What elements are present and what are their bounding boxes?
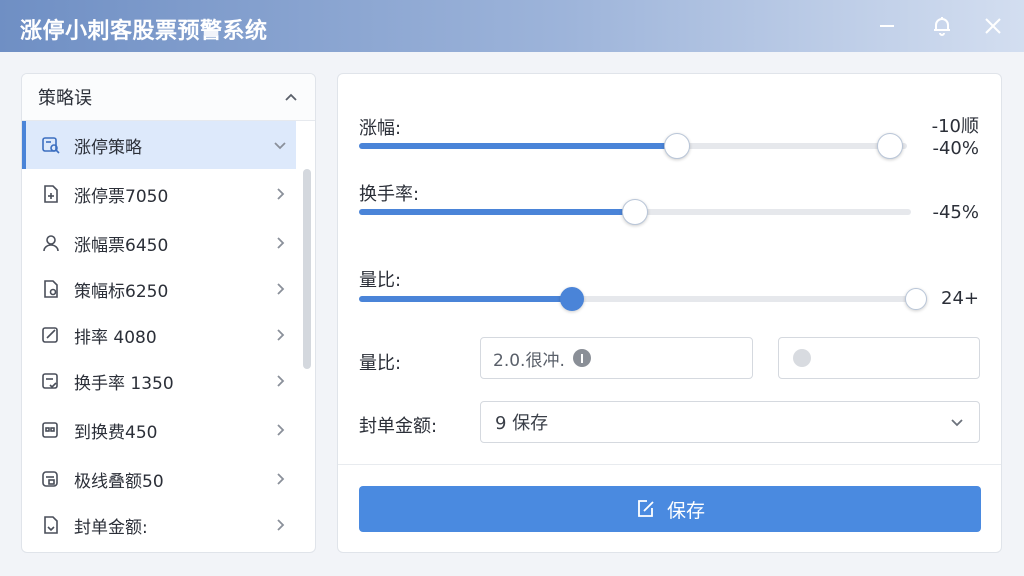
sidebar-header[interactable]: 策略误 bbox=[22, 74, 315, 121]
sidebar-title: 策略误 bbox=[38, 88, 92, 109]
chevron-up-icon bbox=[285, 93, 297, 101]
user-icon bbox=[40, 232, 62, 254]
chevron-right-icon bbox=[272, 327, 288, 343]
sidebar-item-label: 到换费450 bbox=[74, 422, 158, 443]
rise-slider-track[interactable] bbox=[359, 143, 907, 149]
sidebar-item-limit-up-strategy[interactable]: 涨停策略 bbox=[22, 121, 296, 169]
doc-check-icon bbox=[40, 370, 62, 392]
volume-ratio-slider-track[interactable] bbox=[359, 296, 919, 302]
save-button[interactable]: 保存 bbox=[359, 486, 981, 532]
chevron-down-icon bbox=[951, 419, 963, 427]
sidebar-item-3[interactable]: 涨幅票6450 bbox=[22, 219, 296, 267]
rise-value: -40% bbox=[932, 138, 979, 159]
edit-icon bbox=[40, 324, 62, 346]
divider bbox=[338, 464, 1001, 465]
sidebar-item-4[interactable]: 策幅标6250 bbox=[22, 265, 296, 313]
rise-top-value: -10顺 bbox=[931, 116, 979, 137]
volume-ratio-input-value: 2.0.很冲. bbox=[493, 350, 565, 371]
sidebar-scrollbar[interactable] bbox=[303, 169, 311, 369]
sidebar-item-label: 涨停策略 bbox=[74, 137, 142, 158]
volume-ratio-input[interactable]: 2.0.很冲. bbox=[480, 337, 753, 379]
volume-ratio-label: 量比: bbox=[359, 270, 402, 291]
sidebar-item-label: 极线叠额50 bbox=[74, 471, 164, 492]
seal-amount-label: 封单金额: bbox=[359, 416, 438, 437]
seal-amount-select[interactable]: 9 保存 bbox=[480, 401, 980, 443]
sidebar-item-label: 封单金额: bbox=[74, 517, 148, 538]
info-icon[interactable] bbox=[572, 349, 591, 367]
doc-gear-icon bbox=[40, 468, 62, 490]
sidebar-item-label: 排率 4080 bbox=[74, 327, 157, 348]
seal-amount-selected: 9 保存 bbox=[495, 413, 549, 434]
sidebar-item-7[interactable]: 到换费450 bbox=[22, 406, 296, 454]
strategy-sidebar: 策略误 涨停策略 涨停票7050 涨幅票6450 策幅标6250 排率 4080… bbox=[21, 73, 316, 553]
minimize-button[interactable] bbox=[873, 12, 901, 40]
sidebar-item-label: 涨停票7050 bbox=[74, 186, 169, 207]
settings-panel: 涨幅: -10顺 -40% 换手率: -45% 量比: 24+ 量比: 2.0.… bbox=[337, 73, 1002, 553]
chevron-down-icon bbox=[272, 137, 288, 153]
minimize-icon bbox=[880, 25, 894, 27]
rise-slider-handle-min[interactable] bbox=[663, 133, 690, 159]
chevron-right-icon bbox=[272, 235, 288, 251]
app-window: 涨停小刺客股票预警系统 策略误 涨停策略 涨停票7050 涨幅票6450 策幅标… bbox=[0, 0, 1024, 576]
placeholder-icon bbox=[793, 349, 811, 367]
chevron-right-icon bbox=[272, 422, 288, 438]
turnover-slider-handle[interactable] bbox=[622, 199, 648, 225]
sidebar-item-2[interactable]: 涨停票7050 bbox=[22, 170, 296, 218]
notification-button[interactable] bbox=[928, 12, 956, 40]
doc-plus-icon bbox=[40, 183, 62, 205]
rise-slider-handle-max[interactable] bbox=[877, 133, 903, 159]
volume-ratio-slider-fill bbox=[359, 296, 572, 302]
save-button-label: 保存 bbox=[666, 499, 705, 522]
title-bar: 涨停小刺客股票预警系统 bbox=[0, 0, 1024, 52]
sidebar-item-label: 策幅标6250 bbox=[74, 281, 169, 302]
doc-lock-icon bbox=[40, 278, 62, 300]
bell-icon bbox=[934, 17, 950, 36]
grid-doc-icon bbox=[40, 419, 62, 441]
edit-icon bbox=[638, 500, 654, 517]
volume-ratio-input-label: 量比: bbox=[359, 353, 402, 374]
turnover-slider-fill bbox=[359, 209, 635, 215]
volume-ratio-secondary-input[interactable] bbox=[778, 337, 980, 379]
doc-arrow-icon bbox=[40, 514, 62, 536]
volume-ratio-slider-handle[interactable] bbox=[559, 287, 584, 311]
chevron-right-icon bbox=[272, 517, 288, 533]
sidebar-item-label: 换手率 1350 bbox=[74, 373, 174, 394]
rise-slider-fill bbox=[359, 143, 677, 149]
close-icon bbox=[985, 18, 1001, 34]
sidebar-item-8[interactable]: 极线叠额50 bbox=[22, 455, 296, 503]
sidebar-item-5[interactable]: 排率 4080 bbox=[22, 311, 296, 359]
volume-ratio-slider-handle-max[interactable] bbox=[905, 288, 927, 310]
chevron-right-icon bbox=[272, 186, 288, 202]
window-title: 涨停小刺客股票预警系统 bbox=[20, 19, 268, 44]
chevron-right-icon bbox=[272, 471, 288, 487]
volume-ratio-value: 24+ bbox=[941, 288, 979, 309]
sidebar-item-6[interactable]: 换手率 1350 bbox=[22, 357, 296, 405]
turnover-label: 换手率: bbox=[359, 184, 420, 205]
chevron-right-icon bbox=[272, 281, 288, 297]
rise-label: 涨幅: bbox=[359, 118, 402, 139]
search-doc-icon bbox=[40, 134, 62, 156]
close-button[interactable] bbox=[979, 12, 1007, 40]
sidebar-item-9[interactable]: 封单金额: bbox=[22, 501, 296, 549]
turnover-value: -45% bbox=[932, 202, 979, 223]
sidebar-item-label: 涨幅票6450 bbox=[74, 235, 169, 256]
chevron-right-icon bbox=[272, 373, 288, 389]
